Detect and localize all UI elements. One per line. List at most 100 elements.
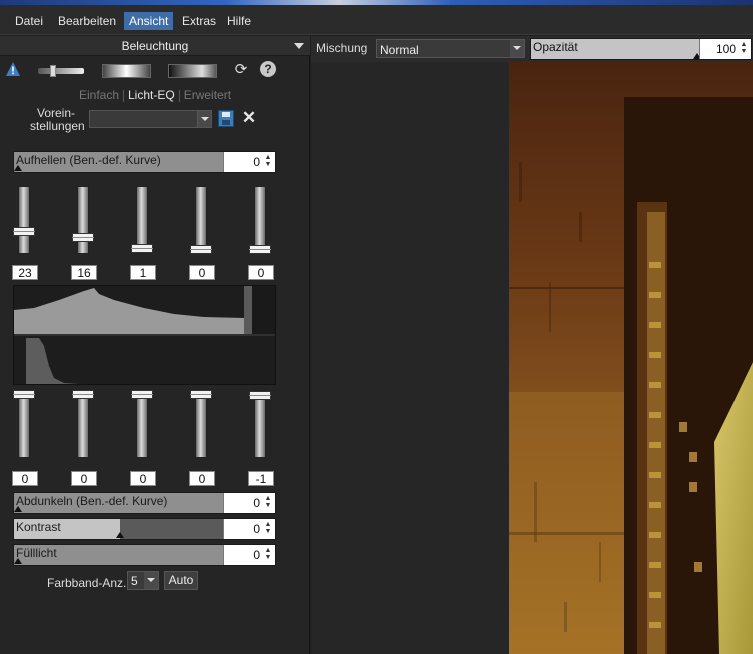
brighten-band-thumb[interactable]: [190, 245, 212, 254]
brighten-band-value[interactable]: 23: [12, 265, 38, 280]
brighten-value: 0: [253, 155, 260, 169]
darken-band-slider[interactable]: [131, 390, 153, 458]
band-count-label: Farbband-Anz.:: [47, 576, 130, 590]
brighten-band-value[interactable]: 0: [248, 265, 274, 280]
brighten-band-thumb[interactable]: [131, 244, 153, 253]
blend-mode-label: Mischung: [316, 41, 368, 55]
panel-title-label: Beleuchtung: [121, 39, 189, 53]
darken-band-track[interactable]: [195, 390, 207, 458]
refresh-icon[interactable]: ⟳: [233, 62, 249, 78]
darken-band-value[interactable]: 0: [189, 471, 215, 486]
brighten-spinner[interactable]: 0 ▲ ▼: [223, 152, 275, 172]
contrast-field[interactable]: Kontrast 0 ▲ ▼: [13, 518, 276, 540]
brighten-band-value[interactable]: 16: [71, 265, 97, 280]
band-count-dropdown[interactable]: 5: [127, 571, 159, 590]
strength-slider-icon[interactable]: [38, 65, 84, 77]
chevron-down-icon[interactable]: [510, 40, 524, 57]
photo-canvas[interactable]: [509, 62, 753, 654]
opacity-value: 100: [715, 42, 736, 56]
brighten-band-thumb[interactable]: [249, 245, 271, 254]
delete-preset-icon[interactable]: ✕: [240, 109, 258, 127]
darken-band-value[interactable]: 0: [71, 471, 97, 486]
opacity-spinner[interactable]: 100 ▲ ▼: [699, 39, 751, 59]
menu-bearbeiten[interactable]: Bearbeiten: [53, 12, 121, 30]
blend-toolbar: Mischung Normal Opazität 100 ▲ ▼: [311, 36, 753, 62]
brighten-band-slider[interactable]: [249, 186, 271, 254]
darken-band-thumb[interactable]: [190, 390, 212, 399]
brighten-band-thumb[interactable]: [13, 227, 35, 236]
darken-band-slider[interactable]: [190, 390, 212, 458]
darken-band-track[interactable]: [18, 390, 30, 458]
darken-band-value[interactable]: 0: [130, 471, 156, 486]
brighten-band-value[interactable]: 1: [130, 265, 156, 280]
menu-bar: Datei Bearbeiten Ansicht Extras Hilfe: [0, 5, 753, 35]
tab-einfach[interactable]: Einfach: [75, 88, 123, 102]
collapse-arrow-icon[interactable]: [294, 43, 304, 49]
menu-extras[interactable]: Extras: [177, 12, 221, 30]
darken-band-slider[interactable]: [72, 390, 94, 458]
spin-arrows-icon[interactable]: ▲ ▼: [740, 41, 748, 55]
band-count-value: 5: [131, 574, 138, 588]
darken-band-value[interactable]: -1: [248, 471, 274, 486]
menu-hilfe[interactable]: Hilfe: [222, 12, 256, 30]
save-preset-icon[interactable]: [218, 110, 234, 127]
spin-arrows-icon[interactable]: ▲ ▼: [264, 495, 272, 509]
brighten-band-thumb[interactable]: [72, 233, 94, 242]
menu-ansicht[interactable]: Ansicht: [124, 12, 174, 30]
tab-erweitert[interactable]: Erweitert: [180, 88, 235, 102]
opacity-label: Opazität: [533, 40, 578, 54]
brighten-band-value[interactable]: 0: [189, 265, 215, 280]
opacity-slider[interactable]: Opazität 100 ▲ ▼: [530, 38, 752, 60]
brighten-band-slider[interactable]: [131, 186, 153, 254]
blend-mode-dropdown[interactable]: Normal: [376, 39, 525, 58]
presets-dropdown[interactable]: [89, 110, 212, 128]
lighting-panel: Beleuchtung ⟳ ? Einfach Licht-EQ Erweitert…: [0, 36, 310, 654]
gradient-preview-center[interactable]: [102, 64, 151, 78]
brighten-band-track[interactable]: [18, 186, 30, 254]
panel-toolbar: ⟳ ?: [0, 58, 310, 86]
spin-arrows-icon[interactable]: ▲ ▼: [264, 547, 272, 561]
darken-band-track[interactable]: [254, 390, 266, 458]
tone-histogram: [13, 285, 276, 385]
gradient-preview-right[interactable]: [168, 64, 217, 78]
canvas-background: [311, 62, 509, 654]
help-icon[interactable]: ?: [260, 61, 276, 77]
brighten-band-slider[interactable]: [190, 186, 212, 254]
darken-band-thumb[interactable]: [72, 390, 94, 399]
darken-band-thumb[interactable]: [249, 391, 271, 400]
darken-band-slider[interactable]: [13, 390, 35, 458]
fill-light-spinner[interactable]: 0 ▲ ▼: [223, 545, 275, 565]
spin-arrows-icon[interactable]: ▲ ▼: [264, 521, 272, 535]
tab-licht-eq[interactable]: Licht-EQ: [124, 88, 179, 102]
auto-button[interactable]: Auto: [164, 571, 198, 590]
blend-mode-value: Normal: [380, 43, 419, 57]
darken-curve-field[interactable]: Abdunkeln (Ben.-def. Kurve) 0 ▲ ▼: [13, 492, 276, 514]
fill-light-value: 0: [253, 548, 260, 562]
chevron-down-icon[interactable]: [144, 572, 158, 589]
brighten-curve-field[interactable]: Aufhellen (Ben.-def. Kurve) 0 ▲ ▼: [13, 151, 276, 173]
presets-label: Vorein-stellungen: [30, 106, 85, 133]
band-count-row: Farbband-Anz.: 5 Auto: [0, 571, 310, 595]
panel-title[interactable]: Beleuchtung: [0, 36, 310, 56]
darken-band-track[interactable]: [77, 390, 89, 458]
chevron-down-icon[interactable]: [197, 111, 211, 127]
darken-band-track[interactable]: [136, 390, 148, 458]
darken-band-thumb[interactable]: [13, 390, 35, 399]
darken-spinner[interactable]: 0 ▲ ▼: [223, 493, 275, 513]
darken-value: 0: [253, 496, 260, 510]
fill-light-field[interactable]: Fülllicht 0 ▲ ▼: [13, 544, 276, 566]
darken-band-slider[interactable]: [249, 390, 271, 458]
spin-arrows-icon[interactable]: ▲ ▼: [264, 154, 272, 168]
darken-band-thumb[interactable]: [131, 390, 153, 399]
contrast-spinner[interactable]: 0 ▲ ▼: [223, 519, 275, 539]
brighten-band-slider[interactable]: [13, 186, 35, 254]
brighten-band-slider[interactable]: [72, 186, 94, 254]
brighten-band-track[interactable]: [254, 186, 266, 254]
darken-band-value[interactable]: 0: [12, 471, 38, 486]
warning-icon[interactable]: [5, 61, 21, 77]
contrast-label: Kontrast: [16, 520, 61, 534]
darken-label: Abdunkeln (Ben.-def. Kurve): [16, 494, 168, 508]
brighten-band-track[interactable]: [195, 186, 207, 254]
brighten-band-track[interactable]: [77, 186, 89, 254]
menu-datei[interactable]: Datei: [10, 12, 48, 30]
